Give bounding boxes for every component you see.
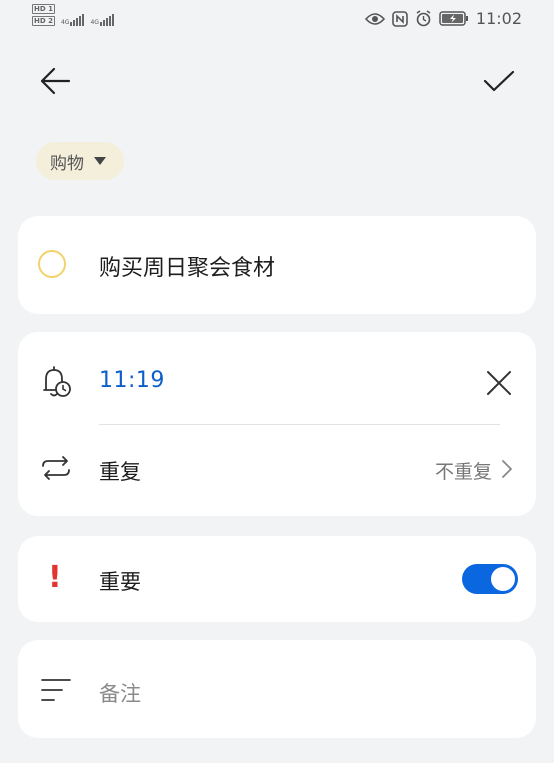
- chevron-right-icon: [502, 460, 512, 478]
- signal-area: HD 1 HD 2 4G 4G: [32, 4, 114, 26]
- divider: [99, 424, 500, 425]
- arrow-left-icon[interactable]: [38, 64, 72, 98]
- signal-strength-icon: [99, 14, 114, 26]
- signal-bars: 4G 4G: [61, 4, 114, 26]
- status-bar: HD 1 HD 2 4G 4G 11:02: [0, 0, 554, 36]
- close-icon[interactable]: [484, 368, 514, 398]
- repeat-icon: [42, 456, 70, 480]
- sim2-badge: HD 2: [32, 16, 55, 26]
- task-complete-checkbox[interactable]: [38, 250, 66, 278]
- important-toggle[interactable]: [462, 564, 518, 594]
- bell-clock-icon: [43, 366, 71, 397]
- category-label: 购物: [50, 153, 84, 174]
- note-card[interactable]: 备注: [18, 640, 536, 738]
- dropdown-triangle-icon: [94, 157, 106, 165]
- important-card: ! 重要: [18, 536, 536, 622]
- note-input[interactable]: 备注: [99, 678, 141, 708]
- status-icons: 11:02: [364, 9, 522, 28]
- important-label: 重要: [99, 570, 141, 594]
- network-type-1: 4G: [60, 19, 70, 26]
- task-title[interactable]: 购买周日聚会食材: [99, 250, 275, 282]
- reminder-card: 11:19 重复 不重复: [18, 332, 536, 516]
- signal-2: 4G: [90, 14, 114, 26]
- category-dropdown[interactable]: 购物: [36, 142, 124, 180]
- repeat-value: 不重复: [434, 461, 492, 483]
- eye-icon: [364, 12, 385, 25]
- clock-time: 11:02: [475, 9, 522, 28]
- battery-charging-icon: [439, 11, 468, 26]
- exclamation-icon: !: [48, 560, 62, 595]
- sim1-badge: HD 1: [32, 4, 55, 14]
- note-lines-icon: [41, 679, 71, 701]
- task-title-card: 购买周日聚会食材: [18, 216, 536, 314]
- alarm-icon: [416, 10, 431, 27]
- nfc-icon: [392, 10, 408, 27]
- checkmark-icon[interactable]: [482, 64, 516, 98]
- repeat-label: 重复: [99, 460, 141, 484]
- signal-1: 4G: [60, 14, 85, 26]
- sim-indicators: HD 1 HD 2: [32, 4, 55, 26]
- signal-strength-icon: [70, 14, 85, 26]
- network-type-2: 4G: [90, 19, 99, 26]
- toggle-knob: [491, 567, 515, 591]
- reminder-time[interactable]: 11:19: [99, 368, 165, 393]
